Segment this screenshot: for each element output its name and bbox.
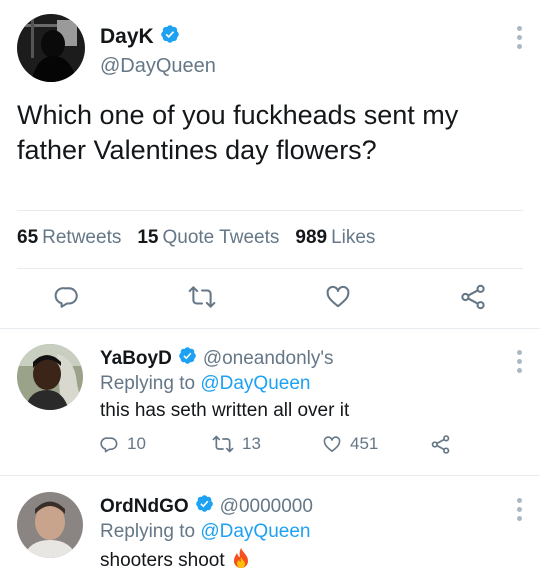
- more-options-icon[interactable]: [516, 26, 522, 49]
- verified-badge-icon: [160, 24, 180, 50]
- avatar[interactable]: [17, 492, 83, 558]
- reply-button[interactable]: 10: [100, 434, 146, 454]
- replying-to-link[interactable]: @DayQueen: [200, 373, 310, 394]
- likes-count: 989: [295, 227, 328, 248]
- more-options-icon[interactable]: [516, 350, 522, 373]
- share-button[interactable]: [430, 434, 451, 455]
- retweet-count: 13: [242, 434, 261, 453]
- reply-body: shooters shoot: [100, 547, 251, 575]
- display-name[interactable]: OrdNdGO: [100, 496, 189, 518]
- author-name-row[interactable]: DayK: [100, 24, 180, 50]
- replying-prefix: Replying to: [100, 373, 196, 394]
- author-handle[interactable]: @0000000: [220, 496, 313, 518]
- like-icon: [323, 435, 341, 452]
- verified-badge-icon: [195, 494, 214, 519]
- verified-badge-icon: [178, 346, 197, 371]
- reply-icon: [100, 436, 118, 452]
- replying-to: Replying to @DayQueen: [100, 373, 310, 395]
- likes-label: Likes: [331, 227, 376, 248]
- quotes-count: 15: [137, 227, 159, 248]
- retweet-button[interactable]: 13: [212, 434, 261, 454]
- like-count: 451: [350, 434, 379, 453]
- quotes-label: Quote Tweets: [162, 227, 280, 248]
- likes-stat[interactable]: 989 Likes: [295, 227, 375, 249]
- reply-text: this has seth written all over it: [100, 400, 350, 421]
- reply-tweet[interactable]: YaBoyD @oneandonly's Replying to @DayQue…: [0, 328, 540, 476]
- fire-emoji-icon: [231, 547, 251, 575]
- share-icon: [431, 435, 450, 454]
- retweets-label: Retweets: [42, 227, 122, 248]
- retweets-stat[interactable]: 65 Retweets: [17, 227, 121, 249]
- tweet-text: Which one of you fuckheads sent my fathe…: [17, 100, 459, 165]
- quotes-stat[interactable]: 15 Quote Tweets: [137, 227, 279, 249]
- tweet-stats: 65 Retweets 15 Quote Tweets 989 Likes: [17, 227, 375, 249]
- author-handle[interactable]: @DayQueen: [100, 55, 216, 78]
- reply-tweet[interactable]: OrdNdGO @0000000 Replying to @DayQueen s…: [0, 476, 540, 582]
- like-button[interactable]: 451: [322, 434, 378, 454]
- display-name[interactable]: DayK: [100, 25, 154, 49]
- avatar[interactable]: [17, 344, 83, 410]
- reply-icon[interactable]: [54, 284, 80, 315]
- more-options-icon[interactable]: [516, 498, 522, 521]
- retweets-count: 65: [17, 227, 39, 248]
- divider: [17, 268, 523, 269]
- reply-text: shooters shoot: [100, 550, 225, 571]
- replying-to: Replying to @DayQueen: [100, 521, 310, 543]
- share-icon[interactable]: [459, 283, 487, 316]
- replying-prefix: Replying to: [100, 521, 196, 542]
- avatar[interactable]: [17, 14, 85, 82]
- like-icon[interactable]: [325, 284, 351, 315]
- author-handle[interactable]: @oneandonly's: [203, 348, 334, 370]
- retweet-icon: [212, 435, 234, 453]
- reply-count: 10: [127, 434, 146, 453]
- retweet-icon[interactable]: [188, 284, 216, 315]
- replying-to-link[interactable]: @DayQueen: [200, 521, 310, 542]
- divider: [17, 210, 523, 211]
- display-name[interactable]: YaBoyD: [100, 348, 172, 370]
